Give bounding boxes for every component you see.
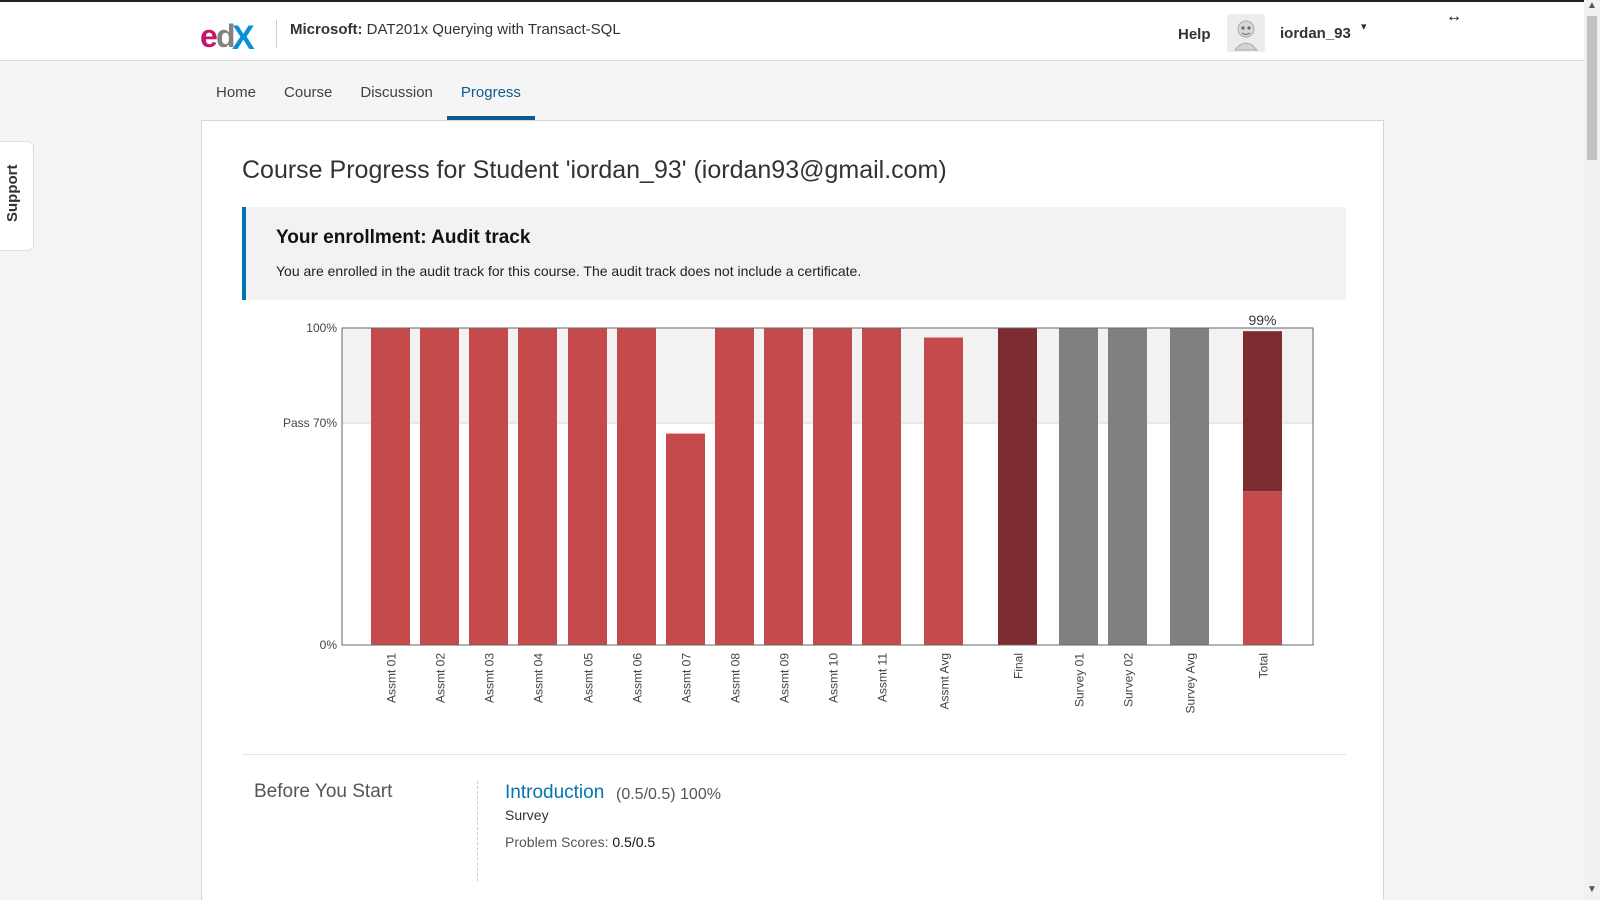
scroll-up-icon[interactable]: ▲ — [1587, 0, 1597, 11]
course-tabs: Home Course Discussion Progress — [202, 78, 535, 122]
x-tick-label: Survey Avg — [1184, 653, 1198, 713]
x-tick-label: Survey 02 — [1122, 653, 1136, 707]
bar-assmt-06 — [617, 328, 656, 645]
bar-assmt-04 — [518, 328, 557, 645]
x-tick-label: Total — [1257, 653, 1271, 678]
x-tick-label: Assmt Avg — [938, 653, 952, 709]
x-tick-label: Assmt 11 — [876, 653, 890, 702]
grade-chart: Assmt 01 Assmt 02 Assmt 03 Assmt 04 Assmt 05… — [283, 312, 1314, 713]
chapter-title: Before You Start — [254, 781, 393, 802]
x-tick-label: Assmt 05 — [582, 653, 596, 703]
bar-assmt-avg — [924, 337, 963, 645]
resize-icon: ↔ — [1446, 8, 1462, 25]
bar-survey-01 — [1059, 328, 1098, 645]
edx-logo[interactable]: e d X — [200, 19, 260, 53]
course-name: DAT201x Querying with Transact-SQL — [366, 21, 621, 38]
bar-final — [998, 328, 1037, 645]
support-label: Support — [4, 164, 21, 223]
bar-assmt-08 — [715, 328, 754, 645]
avatar[interactable] — [1227, 14, 1265, 52]
x-tick-label: Assmt 01 — [385, 653, 399, 703]
y-tick-label: Pass 70% — [283, 416, 337, 430]
x-tick-label: Final — [1012, 653, 1026, 679]
x-tick-label: Assmt 06 — [631, 653, 645, 703]
section-divider — [242, 754, 1346, 755]
enrollment-message: You are enrolled in the audit track for … — [276, 263, 862, 279]
site-header: e d X Microsoft: DAT201x Querying with T… — [0, 2, 1584, 61]
svg-text:X: X — [232, 19, 255, 53]
bar-assmt-03 — [469, 328, 508, 645]
bar-assmt-02 — [420, 328, 459, 645]
bar-total-final — [1243, 331, 1282, 492]
page-scrollbar[interactable]: ▲ ▼ — [1584, 0, 1600, 900]
y-tick-label: 100% — [306, 321, 337, 335]
help-link[interactable]: Help — [1178, 26, 1211, 43]
course-org: Microsoft: — [290, 21, 363, 38]
enrollment-title: Your enrollment: Audit track — [276, 227, 531, 248]
x-tick-label: Assmt 07 — [680, 653, 694, 703]
total-percent-label: 99% — [1248, 312, 1276, 328]
tab-progress[interactable]: Progress — [446, 78, 535, 120]
x-tick-label: Assmt 02 — [434, 653, 448, 703]
x-tick-label: Assmt 08 — [729, 653, 743, 703]
x-tick-label: Assmt 09 — [778, 653, 792, 703]
problem-scores-label: Problem Scores: — [505, 834, 609, 850]
tab-discussion[interactable]: Discussion — [346, 78, 447, 120]
x-tick-label: Assmt 04 — [532, 653, 546, 703]
problem-scores: Problem Scores: 0.5/0.5 — [505, 834, 655, 850]
section-format: Survey — [505, 807, 549, 823]
support-tab[interactable]: Support — [0, 141, 34, 251]
page-title: Course Progress for Student 'iordan_93' … — [242, 156, 947, 184]
bar-assmt-07 — [666, 433, 705, 645]
bar-assmt-09 — [764, 328, 803, 645]
problem-score-value: 0.5/0.5 — [612, 834, 656, 850]
username[interactable]: iordan_93 — [1280, 25, 1351, 42]
tab-home[interactable]: Home — [202, 78, 270, 120]
x-tick-label: Assmt 03 — [483, 653, 497, 703]
x-tick-label: Assmt 10 — [827, 653, 841, 703]
bar-assmt-10 — [813, 328, 852, 645]
tab-course[interactable]: Course — [270, 78, 346, 120]
bar-assmt-01 — [371, 328, 410, 645]
bar-survey-avg — [1170, 328, 1209, 645]
section-link-introduction[interactable]: Introduction — [505, 782, 604, 804]
x-tick-label: Survey 01 — [1073, 653, 1087, 707]
bar-assmt-05 — [568, 328, 607, 645]
chapter-divider — [477, 781, 478, 881]
bar-assmt-11 — [862, 328, 901, 645]
bar-total-assessments — [1243, 491, 1282, 645]
enrollment-banner: Your enrollment: Audit track You are enr… — [242, 207, 1346, 300]
course-title: Microsoft: DAT201x Querying with Transac… — [290, 21, 621, 38]
scrollbar-thumb[interactable] — [1587, 16, 1597, 160]
grade-chart-container: Assmt 01 Assmt 02 Assmt 03 Assmt 04 Assmt 05… — [202, 311, 1385, 861]
scroll-down-icon[interactable]: ▼ — [1587, 884, 1597, 895]
section-score: (0.5/0.5) 100% — [616, 786, 721, 803]
progress-panel: Course Progress for Student 'iordan_93' … — [201, 120, 1384, 900]
y-tick-label: 0% — [320, 638, 338, 652]
bar-survey-02 — [1108, 328, 1147, 645]
header-divider — [276, 20, 277, 48]
chevron-down-icon[interactable]: ▾ — [1361, 20, 1367, 33]
